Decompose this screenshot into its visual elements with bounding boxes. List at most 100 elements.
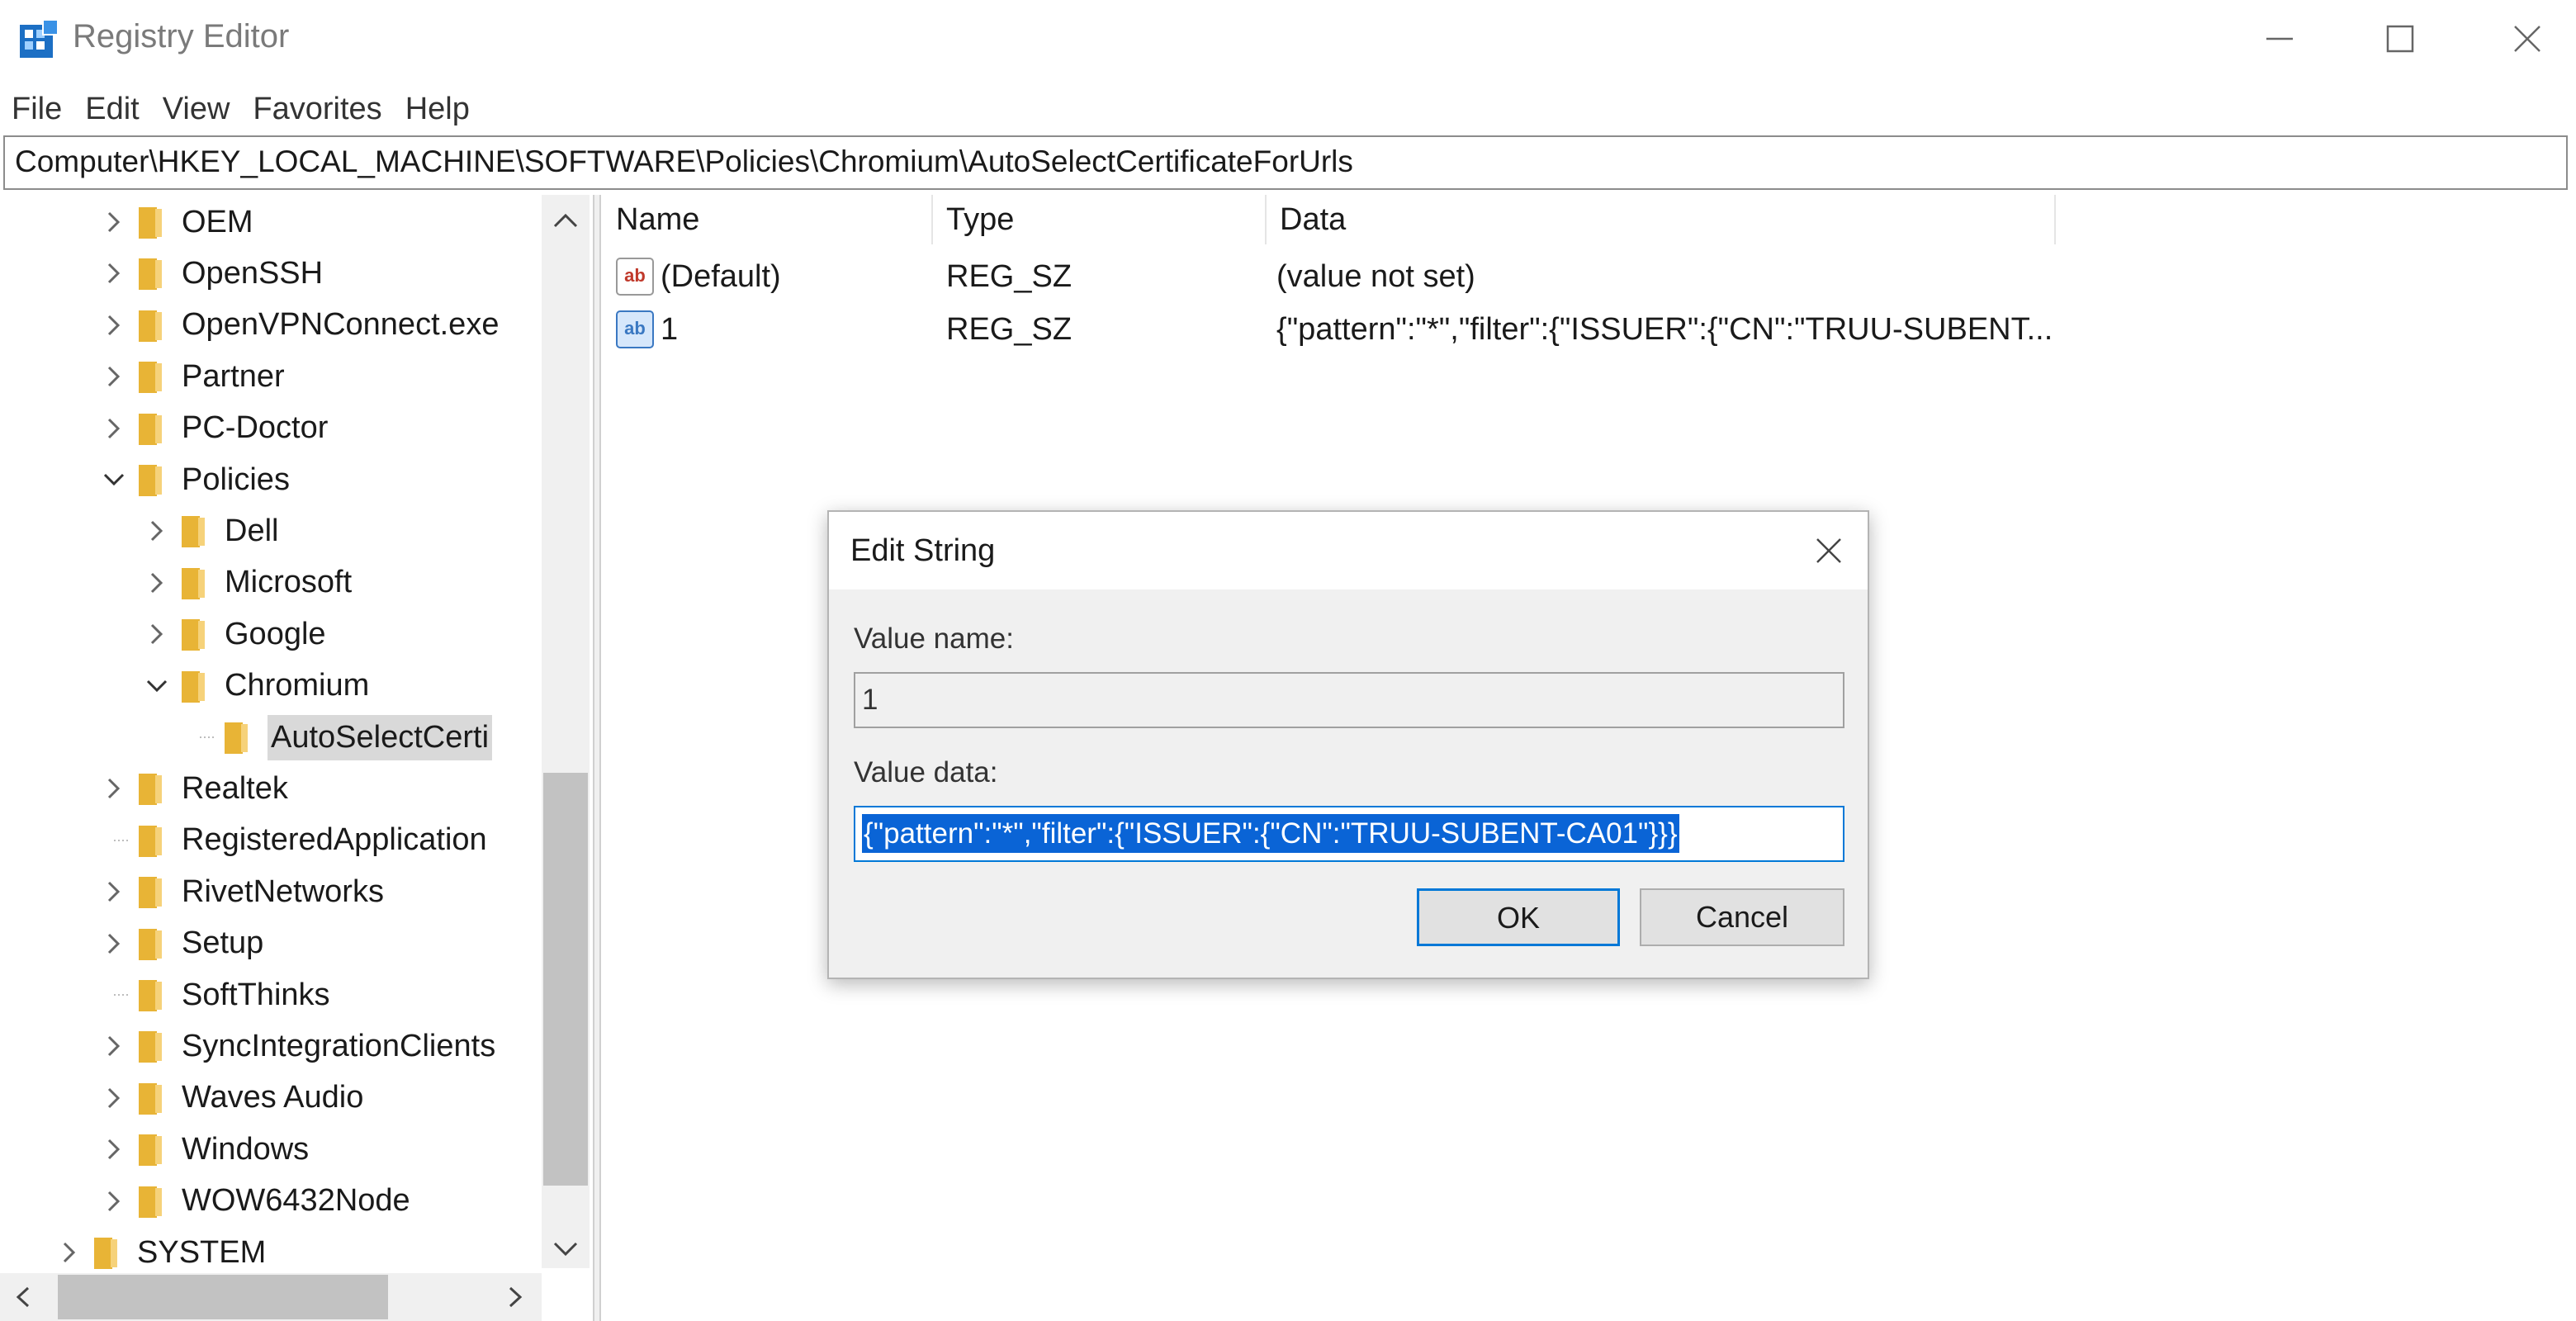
tree-item[interactable]: Realtek [97, 763, 288, 814]
maximize-button[interactable] [2355, 13, 2446, 64]
tree-item[interactable]: OEM [97, 196, 253, 248]
chevron-right-icon[interactable] [97, 403, 130, 454]
scroll-up-icon[interactable] [552, 208, 580, 233]
tree-item[interactable]: Dell [140, 505, 278, 556]
tree-item-label: Windows [182, 1131, 310, 1167]
tree-item[interactable]: Setup [97, 918, 263, 969]
folder-icon [135, 1183, 167, 1219]
ok-button[interactable]: OK [1417, 888, 1620, 946]
tree-item[interactable]: Waves Audio [97, 1072, 363, 1124]
chevron-right-icon[interactable] [97, 1020, 130, 1072]
folder-icon [178, 668, 210, 704]
string-value-icon: ab [616, 310, 654, 348]
folder-icon [135, 255, 167, 291]
column-header-data[interactable]: Data [1267, 195, 2056, 244]
value-data: {"pattern":"*","filter":{"ISSUER":{"CN":… [1276, 312, 2053, 347]
chevron-right-icon[interactable] [97, 866, 130, 917]
address-bar[interactable]: Computer\HKEY_LOCAL_MACHINE\SOFTWARE\Pol… [3, 135, 2568, 190]
tree-item[interactable]: SyncIntegrationClients [97, 1020, 495, 1072]
minimize-button[interactable] [2234, 13, 2325, 64]
tree-item[interactable]: RegisteredApplication [97, 815, 487, 866]
chevron-right-icon[interactable] [140, 505, 173, 556]
close-button[interactable] [2482, 13, 2573, 64]
tree-item-label: PC-Doctor [182, 410, 329, 446]
folder-icon [135, 770, 167, 807]
tree-item[interactable]: OpenVPNConnect.exe [97, 300, 499, 351]
value-type: REG_SZ [946, 312, 1073, 347]
tree-item[interactable]: Policies [97, 454, 290, 505]
folder-icon [135, 977, 167, 1013]
tree-item[interactable]: AutoSelectCerti [183, 712, 493, 763]
close-icon [2514, 26, 2540, 52]
chevron-right-icon[interactable] [97, 1072, 130, 1124]
chevron-right-icon[interactable] [97, 918, 130, 969]
folder-icon [135, 1131, 167, 1167]
chevron-right-icon[interactable] [97, 300, 130, 351]
tree-item[interactable]: Windows [97, 1124, 309, 1175]
tree-item[interactable]: OpenSSH [97, 248, 323, 299]
value-name-field[interactable]: 1 [854, 672, 1844, 728]
scroll-left-icon[interactable] [12, 1285, 36, 1309]
svg-text:ab: ab [624, 318, 646, 339]
tree-item[interactable]: RivetNetworks [97, 866, 384, 917]
menu-file[interactable]: File [0, 86, 73, 132]
tree-item-label: SyncIntegrationClients [182, 1028, 496, 1063]
tree-item[interactable]: PC-Doctor [97, 403, 328, 454]
folder-icon [135, 874, 167, 910]
chevron-right-icon[interactable] [97, 1176, 130, 1227]
chevron-right-icon[interactable] [53, 1227, 86, 1278]
menu-favorites[interactable]: Favorites [241, 86, 393, 132]
menu-edit[interactable]: Edit [73, 86, 150, 132]
chevron-right-icon[interactable] [97, 763, 130, 814]
chevron-down-icon[interactable] [97, 454, 130, 505]
tree-item-label: Realtek [182, 770, 288, 806]
tree-horizontal-scroll-thumb[interactable] [58, 1275, 388, 1319]
folder-icon [221, 719, 253, 755]
value-name: (Default) [661, 259, 781, 294]
edit-string-dialog: Edit String Value name: 1 Value data: {"… [827, 510, 1869, 979]
tree-item[interactable]: Chromium [140, 660, 369, 712]
menu-help[interactable]: Help [394, 86, 481, 132]
scroll-down-icon[interactable] [552, 1237, 580, 1262]
tree-item[interactable]: Partner [97, 351, 285, 402]
value-type: REG_SZ [946, 259, 1073, 294]
column-header-type[interactable]: Type [933, 195, 1267, 244]
chevron-right-icon[interactable] [140, 557, 173, 608]
maximize-icon [2386, 25, 2414, 53]
value-data-field[interactable]: {"pattern":"*","filter":{"ISSUER":{"CN":… [854, 806, 1844, 862]
folder-icon [135, 822, 167, 859]
regedit-app-icon [20, 20, 59, 58]
tree-vertical-scroll-thumb[interactable] [543, 773, 588, 1186]
tree-item-label: SoftThinks [182, 977, 330, 1012]
column-header-name[interactable]: Name [603, 195, 933, 244]
tree-item-label: WOW6432Node [182, 1183, 410, 1219]
menu-view[interactable]: View [151, 86, 242, 132]
dialog-title: Edit String [850, 533, 996, 568]
tree-item[interactable]: Microsoft [140, 557, 352, 608]
menu-bar: File Edit View Favorites Help [0, 86, 481, 132]
chevron-right-icon[interactable] [97, 196, 130, 248]
string-value-icon: ab [616, 258, 654, 296]
tree-item-label: AutoSelectCerti [268, 714, 493, 760]
chevron-right-icon[interactable] [97, 351, 130, 402]
chevron-right-icon[interactable] [97, 248, 130, 299]
tree-item[interactable]: SYSTEM [53, 1227, 266, 1278]
value-data-selection: {"pattern":"*","filter":{"ISSUER":{"CN":… [862, 814, 1679, 853]
tree-item-label: Microsoft [225, 565, 353, 600]
tree-item-label: SYSTEM [137, 1234, 267, 1270]
tree-item-label: Google [225, 616, 326, 651]
chevron-right-icon[interactable] [140, 608, 173, 660]
chevron-down-icon[interactable] [140, 660, 173, 712]
pane-splitter[interactable] [593, 195, 601, 1321]
folder-icon [178, 616, 210, 652]
tree-item[interactable]: SoftThinks [97, 969, 330, 1020]
chevron-right-icon[interactable] [97, 1124, 130, 1175]
tree-item-label: Policies [182, 462, 290, 497]
tree-item[interactable]: Google [140, 608, 326, 660]
value-name: 1 [661, 312, 679, 347]
scroll-right-icon[interactable] [502, 1285, 527, 1309]
cancel-button[interactable]: Cancel [1640, 888, 1844, 946]
dialog-close-button[interactable] [1800, 522, 1858, 580]
tree-item-label: Setup [182, 926, 264, 961]
tree-item[interactable]: WOW6432Node [97, 1176, 410, 1227]
